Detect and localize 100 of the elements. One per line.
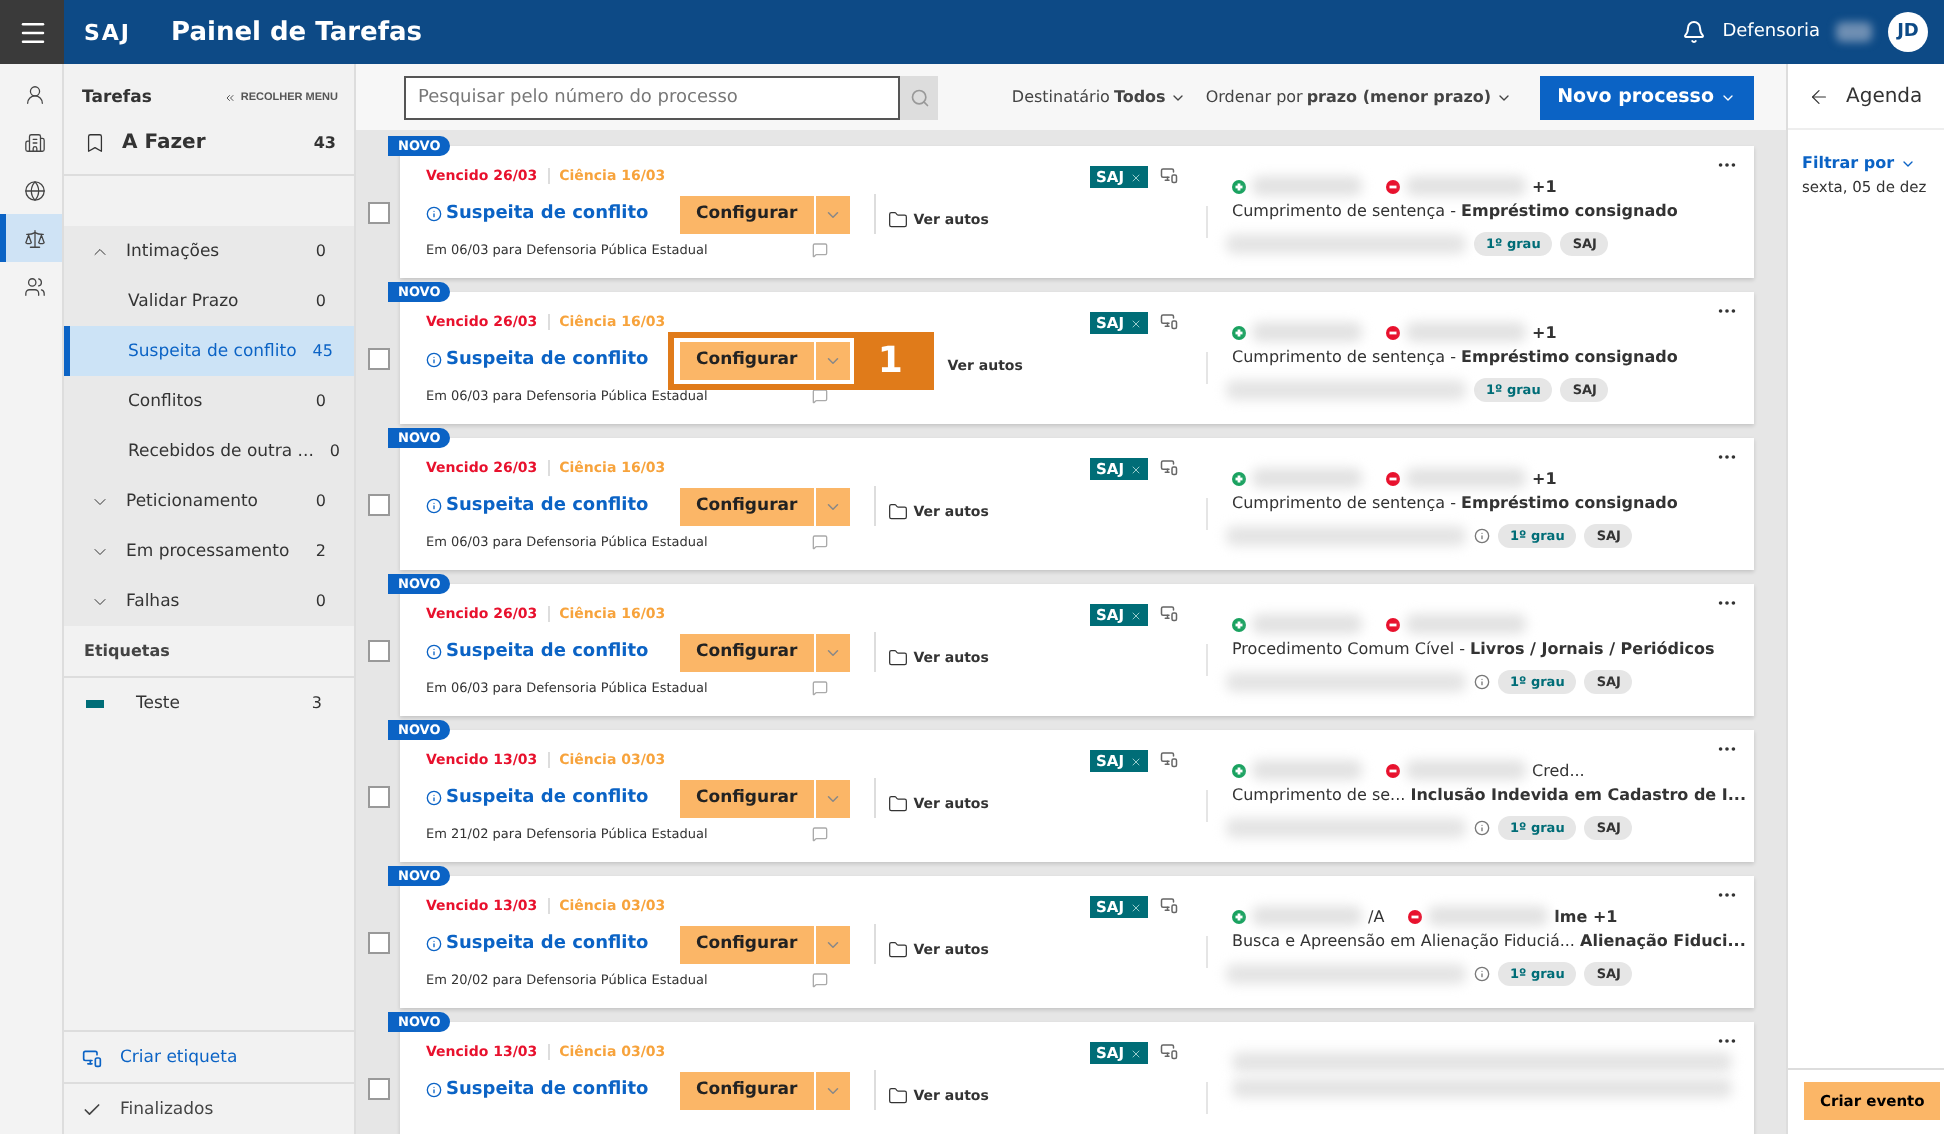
group-label: Peticionamento xyxy=(126,491,261,511)
redacted-text xyxy=(1406,322,1526,342)
info-icon xyxy=(426,206,442,222)
minus-icon xyxy=(1386,617,1400,631)
redacted-text xyxy=(1406,760,1526,780)
redacted-text xyxy=(1252,614,1362,634)
task-title[interactable]: Suspeita de conflito xyxy=(446,350,680,370)
group-item[interactable]: Em processamento 2 xyxy=(64,526,354,576)
building-icon xyxy=(23,131,45,153)
bookmark-icon xyxy=(84,132,106,154)
task-title[interactable]: Suspeita de conflito xyxy=(446,642,680,662)
plus-icon xyxy=(1232,471,1246,485)
scale-button[interactable] xyxy=(0,214,62,262)
group-count: 0 xyxy=(315,592,326,610)
dropdown-button[interactable] xyxy=(815,487,850,525)
device-icon[interactable] xyxy=(1160,312,1178,330)
subgroup-item[interactable]: Suspeita de conflito 45 xyxy=(64,326,354,376)
group-item[interactable]: Falhas 0 xyxy=(64,576,354,626)
plus-icon xyxy=(1232,325,1246,339)
search-button[interactable] xyxy=(900,75,938,119)
configure-button[interactable]: Configurar xyxy=(680,195,814,233)
group-item[interactable]: Peticionamento 0 xyxy=(64,476,354,526)
comment-icon[interactable] xyxy=(812,680,828,696)
menu-button[interactable] xyxy=(0,0,64,64)
subgroup-label: Recebidos de outra ... xyxy=(128,441,314,461)
close-icon[interactable] xyxy=(1130,317,1142,329)
device-icon[interactable] xyxy=(1160,166,1178,184)
comment-icon[interactable] xyxy=(812,242,828,258)
task-title[interactable]: Suspeita de conflito xyxy=(446,496,680,516)
subgroup-item[interactable]: Validar Prazo 0 xyxy=(64,276,354,326)
bell-icon[interactable] xyxy=(1682,20,1707,44)
group-item[interactable]: Intimações 0 xyxy=(64,226,354,276)
label-item[interactable]: Teste 3 xyxy=(64,678,354,728)
device-icon[interactable] xyxy=(1160,750,1178,768)
redacted-text xyxy=(1836,22,1872,42)
close-icon[interactable] xyxy=(1130,463,1142,475)
dropdown-button[interactable] xyxy=(815,341,850,379)
close-icon[interactable] xyxy=(1130,1047,1142,1059)
party-name: +1 xyxy=(1532,469,1557,487)
people-icon xyxy=(23,275,45,297)
configure-button[interactable]: Configurar xyxy=(680,1071,814,1109)
sort-dropdown[interactable]: Ordenar por prazo (menor prazo) xyxy=(1205,88,1512,106)
group-label: Em processamento xyxy=(126,541,292,561)
redacted-text xyxy=(1252,322,1362,342)
case-subject: Cumprimento de sentença - Empréstimo consignado xyxy=(1232,202,1680,220)
dropdown-button[interactable] xyxy=(815,195,850,233)
minus-icon xyxy=(1386,179,1400,193)
close-icon[interactable] xyxy=(1130,755,1142,767)
configure-button[interactable]: Configurar xyxy=(680,341,814,379)
configure-button[interactable]: Configurar xyxy=(680,487,814,525)
device-icon[interactable] xyxy=(1160,604,1178,622)
task-title[interactable]: Suspeita de conflito xyxy=(446,1080,680,1100)
folder-icon xyxy=(887,1086,908,1106)
minus-icon xyxy=(1386,763,1400,777)
subgroup-item[interactable]: Conflitos 0 xyxy=(64,376,354,426)
task-title[interactable]: Suspeita de conflito xyxy=(446,204,680,224)
configure-button[interactable]: Configurar xyxy=(680,925,814,963)
checkbox[interactable] xyxy=(368,785,390,807)
redacted-text xyxy=(1406,614,1526,634)
checkbox[interactable] xyxy=(368,639,390,661)
device-icon[interactable] xyxy=(1160,458,1178,476)
comment-icon[interactable] xyxy=(812,534,828,550)
dropdown-button[interactable] xyxy=(815,779,850,817)
dropdown-button[interactable] xyxy=(815,633,850,671)
checkbox[interactable] xyxy=(368,931,390,953)
recipient-dropdown[interactable]: Destinatário Todos xyxy=(1011,88,1186,106)
checkbox[interactable] xyxy=(368,347,390,369)
configure-button[interactable]: Configurar xyxy=(680,633,814,671)
configure-button[interactable]: Configurar xyxy=(680,779,814,817)
close-icon[interactable] xyxy=(1130,609,1142,621)
back-icon[interactable] xyxy=(1808,85,1830,107)
info-icon xyxy=(426,936,442,952)
task-title[interactable]: Suspeita de conflito xyxy=(446,934,680,954)
dropdown-button[interactable] xyxy=(815,925,850,963)
todo-item[interactable]: A Fazer 43 xyxy=(64,120,354,176)
close-icon[interactable] xyxy=(1130,901,1142,913)
comment-icon[interactable] xyxy=(812,826,828,842)
checkbox[interactable] xyxy=(368,201,390,223)
new-case-button[interactable]: Novo processo xyxy=(1539,75,1754,119)
task-title[interactable]: Suspeita de conflito xyxy=(446,788,680,808)
checkbox[interactable] xyxy=(368,1077,390,1099)
search-icon xyxy=(909,87,929,107)
device-icon[interactable] xyxy=(1160,1042,1178,1060)
close-icon[interactable] xyxy=(1130,171,1142,183)
subgroup-count: 45 xyxy=(312,342,333,360)
subgroup-item[interactable]: Recebidos de outra ... 0 xyxy=(64,426,354,476)
search-field[interactable]: Pesquisar pelo número do processo xyxy=(404,75,900,119)
double-chevron-icon xyxy=(224,92,237,104)
subgroup-label: Validar Prazo xyxy=(128,291,241,311)
device-icon[interactable] xyxy=(1160,896,1178,914)
comment-icon[interactable] xyxy=(812,972,828,988)
checkbox[interactable] xyxy=(368,493,390,515)
user-name[interactable]: Defensoria xyxy=(1722,22,1820,42)
filter-dropdown[interactable]: Filtrar por xyxy=(1788,130,1944,172)
group-label: Intimações xyxy=(126,241,222,261)
info-icon xyxy=(426,498,442,514)
user-avatar[interactable]: JD xyxy=(1888,12,1928,52)
comment-icon[interactable] xyxy=(812,388,828,404)
dropdown-button[interactable] xyxy=(815,1071,850,1109)
subgroup-count: 0 xyxy=(329,442,340,460)
